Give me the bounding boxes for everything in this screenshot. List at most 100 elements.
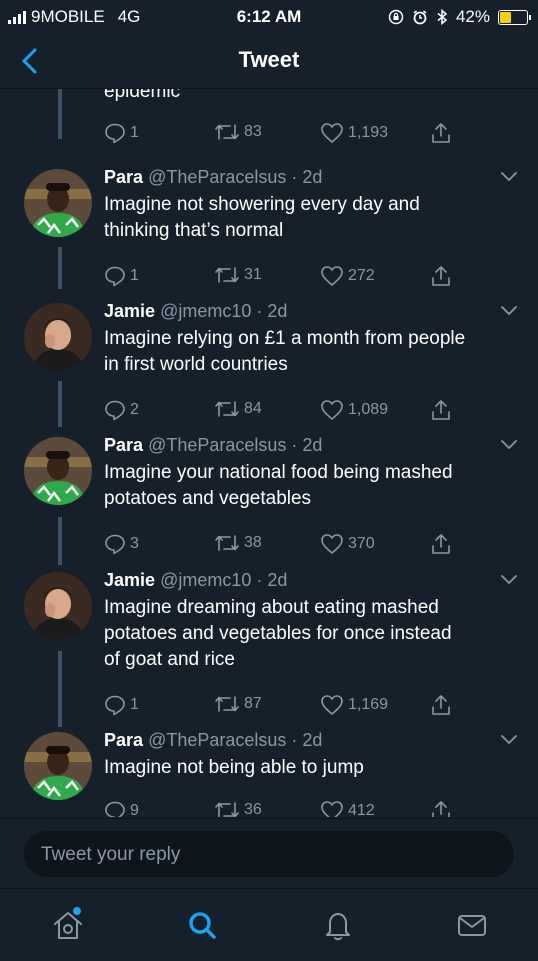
reply-count: 2 (130, 401, 139, 418)
display-name[interactable]: Jamie (104, 570, 155, 590)
reply-button[interactable]: 1 (104, 694, 139, 716)
battery-percent: 42% (455, 7, 490, 26)
like-button[interactable]: 370 (320, 533, 375, 555)
reply-count: 1 (130, 124, 139, 141)
share-button[interactable] (430, 122, 452, 144)
retweet-button[interactable]: 31 (214, 265, 262, 285)
reply-button[interactable]: 2 (104, 399, 139, 421)
heart-icon (321, 266, 343, 286)
display-name[interactable]: Para (104, 167, 143, 187)
retweet-button[interactable]: 83 (214, 122, 262, 142)
reply-count: 9 (130, 802, 139, 817)
share-icon (432, 400, 450, 420)
timestamp: · 2d (256, 301, 288, 321)
timestamp: · 2d (291, 730, 323, 750)
handle[interactable]: @TheParacelsus (148, 167, 286, 187)
heart-icon (321, 534, 343, 554)
heart-icon (321, 123, 343, 143)
retweet-button[interactable]: 38 (214, 533, 262, 553)
like-count: 370 (348, 535, 375, 552)
retweet-icon (215, 696, 239, 712)
avatar[interactable] (24, 732, 92, 800)
retweet-icon (215, 802, 239, 817)
timestamp: · 2d (291, 435, 323, 455)
share-icon (432, 123, 450, 143)
like-count: 272 (348, 267, 375, 284)
retweet-count: 38 (244, 534, 262, 551)
handle[interactable]: @TheParacelsus (148, 435, 286, 455)
chevron-down-icon[interactable] (500, 305, 518, 317)
share-button[interactable] (430, 265, 452, 287)
thread-line (58, 651, 62, 727)
like-button[interactable]: 1,169 (320, 694, 388, 716)
reply-count: 1 (130, 696, 139, 713)
tweet-text: Imagine relying on £1 a month from peopl… (104, 326, 524, 378)
tweet-actions: 1 87 1,169 (104, 694, 464, 718)
reply-count: 3 (130, 535, 139, 552)
like-button[interactable]: 412 (320, 800, 375, 817)
tweet-text-line: potatoes and vegetables for once instead (104, 623, 452, 644)
handle[interactable]: @jmemc10 (160, 570, 251, 590)
battery-icon (498, 9, 531, 25)
handle[interactable]: @jmemc10 (160, 301, 251, 321)
reply-button[interactable]: 1 (104, 122, 139, 144)
share-icon (432, 695, 450, 715)
retweet-icon (215, 401, 239, 417)
reply-icon (105, 801, 125, 817)
tweet-text: Imagine not showering every day and thin… (104, 192, 524, 244)
display-name[interactable]: Jamie (104, 301, 155, 321)
alarm-icon (413, 10, 427, 25)
reply-button[interactable]: 1 (104, 265, 139, 287)
tweet-text-line: Imagine dreaming about eating mashed (104, 597, 439, 618)
messages-icon[interactable] (454, 907, 490, 943)
display-name[interactable]: Para (104, 730, 143, 750)
share-button[interactable] (430, 533, 452, 555)
share-icon (432, 801, 450, 817)
reply-composer: Tweet your reply (0, 818, 538, 889)
reply-button[interactable]: 3 (104, 533, 139, 555)
avatar[interactable] (24, 169, 92, 237)
handle[interactable]: @TheParacelsus (148, 730, 286, 750)
share-icon (432, 534, 450, 554)
share-button[interactable] (430, 800, 452, 817)
avatar[interactable] (24, 303, 92, 371)
display-name[interactable]: Para (104, 435, 143, 455)
lock-rotation-icon (388, 9, 404, 25)
conversation-feed[interactable]: epidemic 1 83 1,193 Para @TheParacelsus … (0, 89, 538, 817)
retweet-button[interactable]: 36 (214, 800, 262, 817)
bluetooth-icon (437, 9, 448, 25)
chevron-down-icon[interactable] (500, 734, 518, 746)
like-count: 1,089 (348, 401, 389, 418)
retweet-count: 83 (244, 123, 262, 140)
search-icon[interactable] (184, 907, 220, 943)
reply-button[interactable]: 9 (104, 800, 139, 817)
heart-icon (321, 400, 343, 420)
notifications-icon[interactable] (320, 907, 356, 943)
tweet-actions: 2 84 1,089 (104, 399, 464, 423)
reply-icon (105, 123, 125, 144)
retweet-count: 87 (244, 695, 262, 712)
retweet-button[interactable]: 84 (214, 399, 262, 419)
tweet-text-line: potatoes and vegetables (104, 488, 312, 509)
reply-count: 1 (130, 267, 139, 284)
chevron-down-icon[interactable] (500, 574, 518, 586)
like-button[interactable]: 272 (320, 265, 375, 287)
retweet-button[interactable]: 87 (214, 694, 262, 714)
reply-input[interactable]: Tweet your reply (24, 831, 514, 877)
avatar[interactable] (24, 437, 92, 505)
thread-line (58, 381, 62, 427)
avatar[interactable] (24, 572, 92, 640)
tweet-text-line: thinking that’s normal (104, 220, 284, 241)
thread-line (58, 89, 62, 139)
reply-icon (105, 534, 125, 555)
chevron-down-icon[interactable] (500, 171, 518, 183)
tweet-actions: 1 83 1,193 (104, 122, 464, 146)
share-button[interactable] (430, 399, 452, 421)
like-button[interactable]: 1,193 (320, 122, 388, 144)
status-bar: 9MOBILE 4G 6:12 AM 42% (0, 0, 538, 34)
chevron-down-icon[interactable] (500, 439, 518, 451)
like-button[interactable]: 1,089 (320, 399, 388, 421)
share-button[interactable] (430, 694, 452, 716)
tweet-actions: 1 31 272 (104, 265, 464, 289)
like-count: 1,193 (348, 124, 389, 141)
